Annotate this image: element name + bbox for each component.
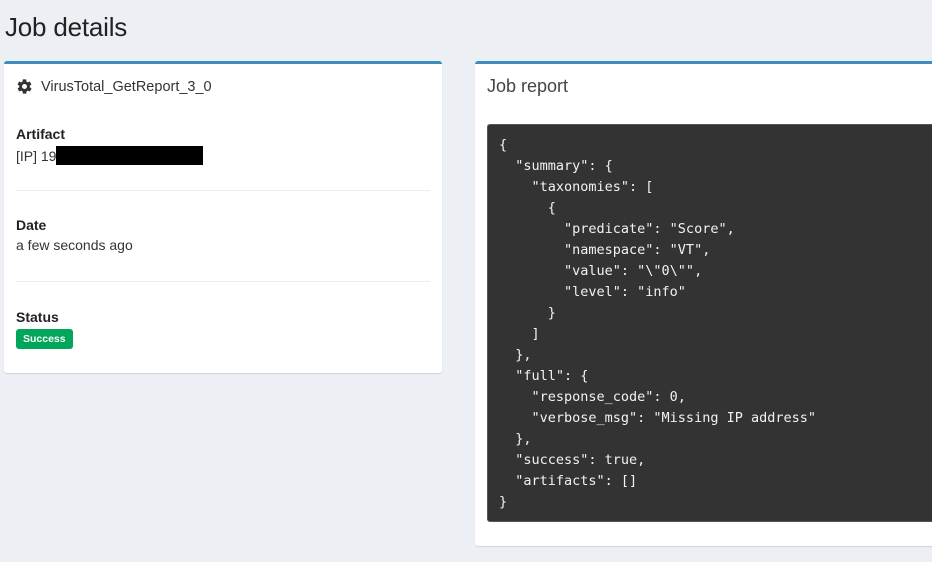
date-label: Date <box>16 217 47 233</box>
artifact-text: [IP] 19 <box>16 147 57 164</box>
status-section: Status Success <box>16 309 430 349</box>
analyzer-header: VirusTotal_GetReport_3_0 <box>16 78 212 95</box>
job-report-panel: Job report { "summary": { "taxonomies": … <box>475 61 932 546</box>
analyzer-name: VirusTotal_GetReport_3_0 <box>41 78 212 95</box>
artifact-label: Artifact <box>16 126 66 142</box>
gear-icon <box>17 79 32 94</box>
status-badge: Success <box>16 329 73 349</box>
divider <box>16 190 430 191</box>
job-details-panel: VirusTotal_GetReport_3_0 Artifact [IP] 1… <box>4 61 442 373</box>
date-value: a few seconds ago <box>16 237 133 253</box>
artifact-value: [IP] 19 <box>16 146 430 165</box>
status-label: Status <box>16 309 59 325</box>
report-json[interactable]: { "summary": { "taxonomies": [ { "predic… <box>487 124 932 522</box>
report-title: Job report <box>487 76 569 96</box>
page-title: Job details <box>5 12 128 42</box>
date-section: Date a few seconds ago <box>16 217 430 253</box>
redaction-bar <box>56 146 204 165</box>
artifact-section: Artifact [IP] 19 <box>16 126 430 165</box>
divider <box>16 281 430 282</box>
status-value: Success <box>16 329 430 349</box>
